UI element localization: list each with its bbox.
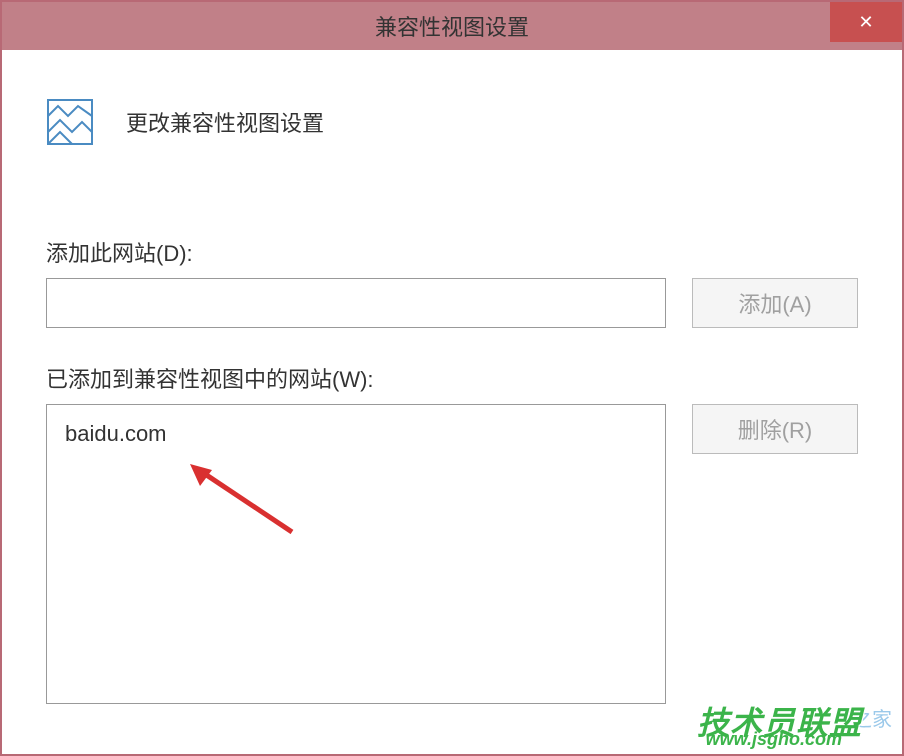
- close-button[interactable]: ✕: [830, 2, 902, 42]
- watermark-url: www.jsgho.com: [706, 729, 842, 750]
- remove-button[interactable]: 删除(R): [692, 404, 858, 454]
- add-website-group: 添加此网站(D): 添加(A): [46, 236, 858, 328]
- add-button[interactable]: 添加(A): [692, 278, 858, 328]
- add-website-input[interactable]: [46, 278, 666, 328]
- header-text: 更改兼容性视图设置: [126, 106, 324, 138]
- titlebar: 兼容性视图设置 ✕: [2, 2, 902, 50]
- dialog-content: 更改兼容性视图设置 添加此网站(D): 添加(A) 已添加到兼容性视图中的网站(…: [2, 50, 902, 704]
- websites-list-label: 已添加到兼容性视图中的网站(W):: [46, 362, 858, 394]
- add-website-label: 添加此网站(D):: [46, 236, 858, 268]
- titlebar-title: 兼容性视图设置: [375, 10, 529, 42]
- header-row: 更改兼容性视图设置: [46, 98, 858, 146]
- close-icon: ✕: [858, 12, 873, 33]
- websites-list-group: 已添加到兼容性视图中的网站(W): baidu.com 删除(R): [46, 362, 858, 704]
- add-website-row: 添加(A): [46, 278, 858, 328]
- websites-listbox[interactable]: baidu.com: [46, 404, 666, 704]
- dialog-window: 兼容性视图设置 ✕ 更改兼容性视图设置 添加此网站(D): 添加(A) 已添加到…: [0, 0, 904, 756]
- list-item[interactable]: baidu.com: [65, 419, 647, 449]
- compatibility-view-icon: [46, 98, 94, 146]
- websites-list-row: baidu.com 删除(R): [46, 404, 858, 704]
